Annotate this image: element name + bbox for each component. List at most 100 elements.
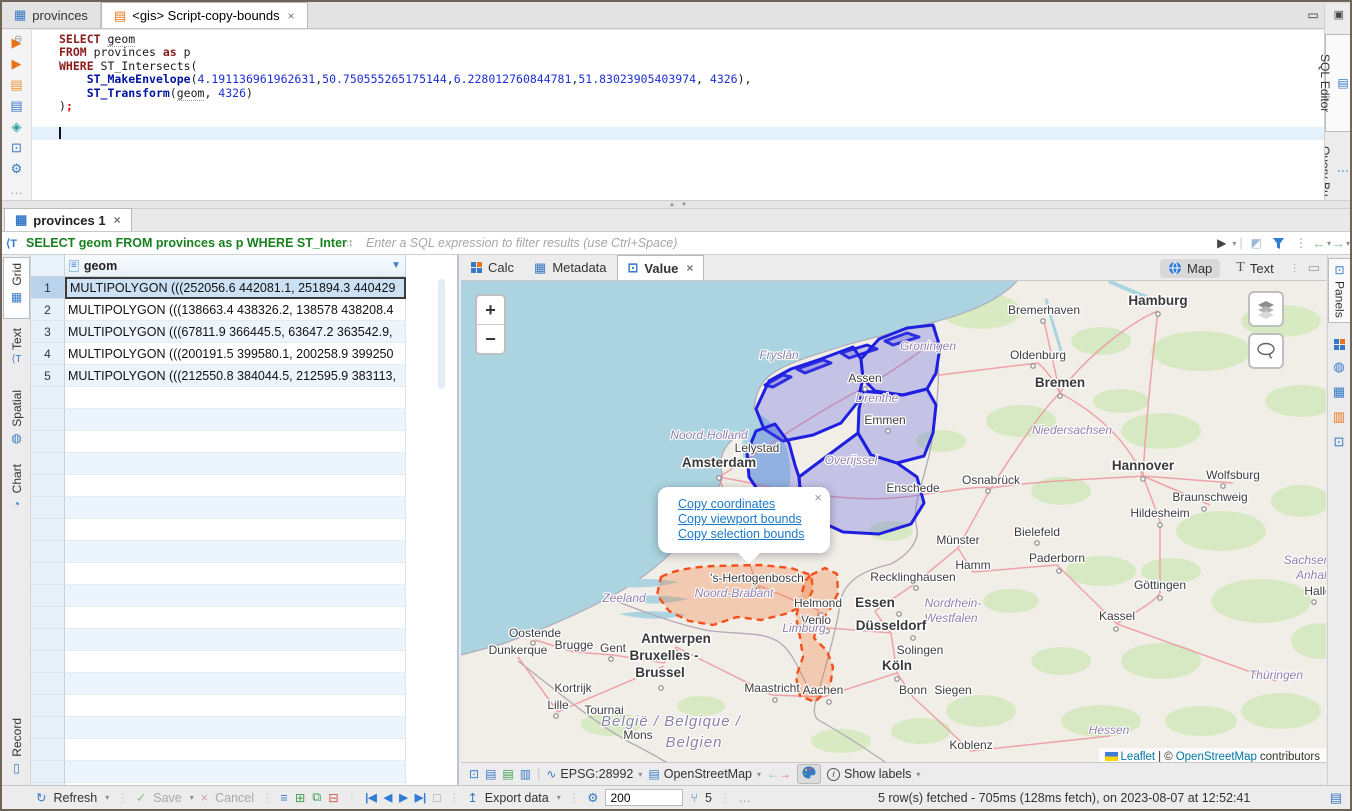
- row-number[interactable]: [31, 651, 65, 673]
- value-viewer-panel-icon[interactable]: ⊡: [1334, 434, 1345, 450]
- geom-cell[interactable]: [65, 387, 406, 409]
- sql-line[interactable]: ST_Transform(geom, 4326): [59, 87, 1326, 100]
- swap-coords-icon[interactable]: ←→: [767, 767, 791, 781]
- splitter-grip[interactable]: ▲ ▼: [650, 201, 706, 209]
- add-row-icon[interactable]: ⊞: [295, 790, 305, 805]
- close-icon[interactable]: ×: [686, 261, 693, 275]
- geom-cell[interactable]: [65, 475, 406, 497]
- grid-scrollbar[interactable]: [438, 279, 445, 389]
- theme-palette-button[interactable]: [797, 764, 821, 784]
- minimize-icon[interactable]: ▭: [1307, 8, 1318, 22]
- table-row[interactable]: [31, 607, 459, 629]
- tab-sql-editor[interactable]: ▤ SQL Editor: [1325, 34, 1350, 132]
- table-row[interactable]: [31, 387, 459, 409]
- close-icon[interactable]: ×: [288, 9, 295, 23]
- grouping-panel-icon[interactable]: ▥: [1333, 409, 1345, 425]
- table-row[interactable]: [31, 739, 459, 761]
- gear-icon[interactable]: ⚙: [11, 162, 23, 176]
- zoom-in-button[interactable]: +: [477, 296, 504, 325]
- table-row[interactable]: [31, 761, 459, 783]
- cancel-button[interactable]: Cancel: [215, 791, 254, 805]
- pane-splitter[interactable]: ▲ ▼: [2, 200, 1350, 209]
- tab-metadata[interactable]: ▦ Metadata: [524, 255, 617, 280]
- row-number[interactable]: 3: [31, 321, 65, 343]
- geom-cell[interactable]: [65, 717, 406, 739]
- geom-cell[interactable]: [65, 761, 406, 783]
- filter-history-icon[interactable]: ▾: [1232, 239, 1236, 248]
- save-image-as-icon[interactable]: ▤: [502, 767, 513, 781]
- row-number[interactable]: [31, 409, 65, 431]
- more-status-icon[interactable]: …: [738, 791, 751, 805]
- table-row[interactable]: 2MULTIPOLYGON (((138663.4 438326.2, 1385…: [31, 299, 459, 321]
- table-row[interactable]: [31, 695, 459, 717]
- tab-spatial[interactable]: Spatial ◍: [3, 385, 30, 455]
- geom-cell[interactable]: [65, 651, 406, 673]
- export-menu-icon[interactable]: ▾: [557, 793, 561, 802]
- map-view-button[interactable]: Map: [1160, 259, 1220, 278]
- duplicate-row-icon[interactable]: ⧉: [312, 790, 321, 805]
- crs-selector[interactable]: ∿ EPSG:28992 ▾: [546, 767, 642, 781]
- geom-cell[interactable]: [65, 497, 406, 519]
- collapse-up-icon[interactable]: ▲: [669, 202, 675, 208]
- explain-plan-icon[interactable]: ▤: [10, 99, 22, 113]
- layers-button[interactable]: [1248, 291, 1284, 327]
- menu-dots-icon[interactable]: ⋮: [1295, 236, 1307, 250]
- text-view-button[interactable]: T Text: [1228, 258, 1281, 278]
- export-data-button[interactable]: Export data: [485, 791, 549, 805]
- table-row[interactable]: [31, 475, 459, 497]
- geom-cell[interactable]: MULTIPOLYGON (((67811.9 366445.5, 63647.…: [65, 321, 406, 343]
- row-number[interactable]: [31, 387, 65, 409]
- expand-filter-icon[interactable]: ↕: [348, 237, 366, 249]
- tab-panels[interactable]: ⊡ Panels: [1328, 258, 1350, 323]
- popup-close-icon[interactable]: ×: [814, 490, 822, 505]
- table-row[interactable]: [31, 563, 459, 585]
- back-icon[interactable]: ←: [1312, 235, 1326, 251]
- fetch-settings-gear-icon[interactable]: ⚙: [587, 790, 598, 805]
- geom-cell[interactable]: [65, 585, 406, 607]
- geom-cell[interactable]: [65, 695, 406, 717]
- basemap-selector[interactable]: ▤ OpenStreetMap ▾: [648, 767, 761, 781]
- save-image-icon[interactable]: ▤: [485, 767, 496, 781]
- geom-cell[interactable]: [65, 673, 406, 695]
- eraser-icon[interactable]: ◩: [1251, 236, 1262, 250]
- filter-input[interactable]: Enter a SQL expression to filter results…: [366, 236, 1212, 250]
- popup-link-copy-coordinates[interactable]: Copy coordinates: [678, 497, 822, 512]
- row-number[interactable]: [31, 629, 65, 651]
- table-row[interactable]: [31, 409, 459, 431]
- row-number[interactable]: [31, 717, 65, 739]
- tab-record[interactable]: Record ▯: [3, 713, 30, 783]
- geom-cell[interactable]: [65, 739, 406, 761]
- delete-row-icon[interactable]: ⊟: [328, 790, 338, 805]
- geom-cell[interactable]: [65, 541, 406, 563]
- current-line[interactable]: [32, 127, 1326, 140]
- row-number[interactable]: 4: [31, 343, 65, 365]
- table-row[interactable]: [31, 519, 459, 541]
- table-row[interactable]: 4MULTIPOLYGON (((200191.5 399580.1, 2002…: [31, 343, 459, 365]
- sql-line[interactable]: FROM provinces as p: [59, 46, 1326, 59]
- row-number[interactable]: [31, 431, 65, 453]
- tab-text[interactable]: Text ⟨T: [3, 323, 30, 381]
- osm-link[interactable]: OpenStreetMap: [1176, 751, 1257, 763]
- geom-cell[interactable]: [65, 563, 406, 585]
- column-header-geom[interactable]: ≡ geom ▼: [65, 255, 406, 277]
- geom-cell[interactable]: [65, 431, 406, 453]
- select-tool-icon[interactable]: ⊡: [469, 767, 479, 781]
- code-area[interactable]: SELECT geomFROM provinces as pWHERE ST_I…: [32, 30, 1326, 200]
- sql-line[interactable]: SELECT geom: [59, 33, 1326, 46]
- table-row[interactable]: [31, 673, 459, 695]
- row-number[interactable]: [31, 607, 65, 629]
- row-number[interactable]: 1: [31, 277, 65, 299]
- collapse-down-icon[interactable]: ▼: [681, 202, 687, 208]
- row-number[interactable]: [31, 541, 65, 563]
- refresh-menu-icon[interactable]: ▾: [105, 793, 109, 802]
- sql-line[interactable]: ST_MakeEnvelope(4.191136961962631,50.750…: [59, 73, 1326, 86]
- table-row[interactable]: [31, 497, 459, 519]
- row-number[interactable]: [31, 453, 65, 475]
- first-row-icon[interactable]: |◀: [365, 791, 377, 804]
- save-menu-icon[interactable]: ▾: [190, 793, 194, 802]
- previous-row-icon[interactable]: ◀: [384, 791, 392, 804]
- row-number[interactable]: [31, 695, 65, 717]
- execute-new-tab-icon[interactable]: ▶: [12, 57, 22, 71]
- row-number[interactable]: [31, 563, 65, 585]
- ai-assist-icon[interactable]: ◈: [12, 120, 22, 134]
